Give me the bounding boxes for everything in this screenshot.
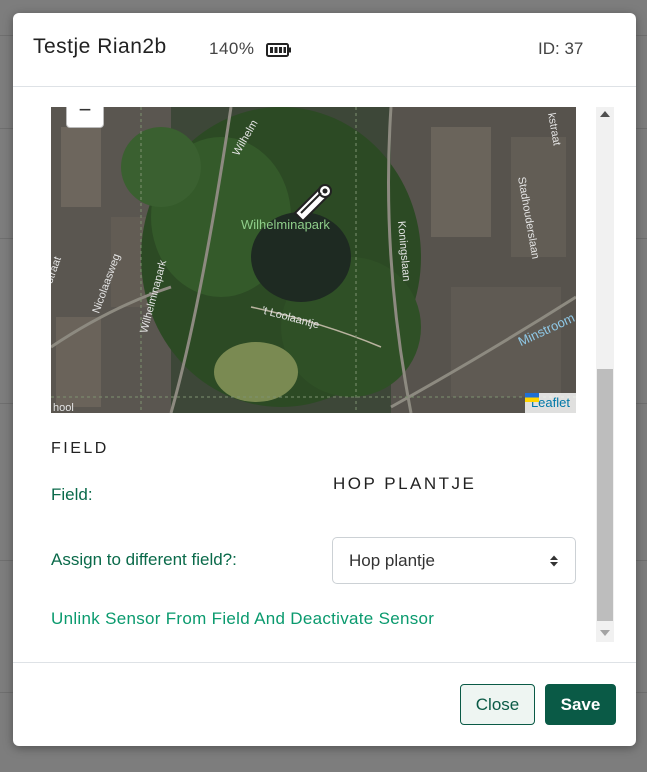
- modal-footer: Close Save: [13, 662, 636, 746]
- zoom-out-button[interactable]: −: [66, 107, 104, 128]
- scroll-up-arrow-icon[interactable]: [600, 111, 610, 117]
- ukraine-flag-icon: [524, 393, 539, 402]
- modal-header: Testje Rian2b 140% ID: 37: [13, 13, 636, 87]
- unlink-sensor-link[interactable]: Unlink Sensor From Field And Deactivate …: [51, 609, 434, 629]
- modal-scrollbar[interactable]: [596, 107, 614, 642]
- modal-body: Wilhelminapark Wilhelm Wilhelminapark Ni…: [13, 87, 636, 662]
- field-label: Field:: [51, 485, 93, 504]
- map-label-hool: hool: [53, 402, 74, 413]
- battery-level: 140%: [209, 39, 255, 58]
- modal-title: Testje Rian2b: [33, 35, 167, 58]
- close-button[interactable]: Close: [460, 684, 535, 725]
- field-value: HOP PLANTJE: [333, 474, 477, 493]
- satellite-imagery: [51, 107, 576, 413]
- sensor-modal: Testje Rian2b 140% ID: 37 Wilhelminapark…: [13, 13, 636, 746]
- sensor-marker-icon[interactable]: [291, 177, 335, 227]
- assign-field-selected-value: Hop plantje: [349, 551, 436, 570]
- satellite-map[interactable]: Wilhelminapark Wilhelm Wilhelminapark Ni…: [51, 107, 576, 413]
- scroll-down-arrow-icon[interactable]: [600, 630, 610, 636]
- save-button[interactable]: Save: [545, 684, 616, 725]
- sensor-id: ID: 37: [538, 39, 584, 58]
- select-arrows-icon: [550, 555, 558, 567]
- assign-field-label: Assign to different field?:: [51, 550, 237, 569]
- map-attribution[interactable]: Leaflet: [524, 393, 576, 413]
- field-section-title: FIELD: [51, 440, 109, 457]
- scrollbar-thumb[interactable]: [597, 369, 613, 621]
- battery-full-icon: [266, 43, 291, 57]
- assign-field-select[interactable]: Hop plantje: [332, 537, 576, 584]
